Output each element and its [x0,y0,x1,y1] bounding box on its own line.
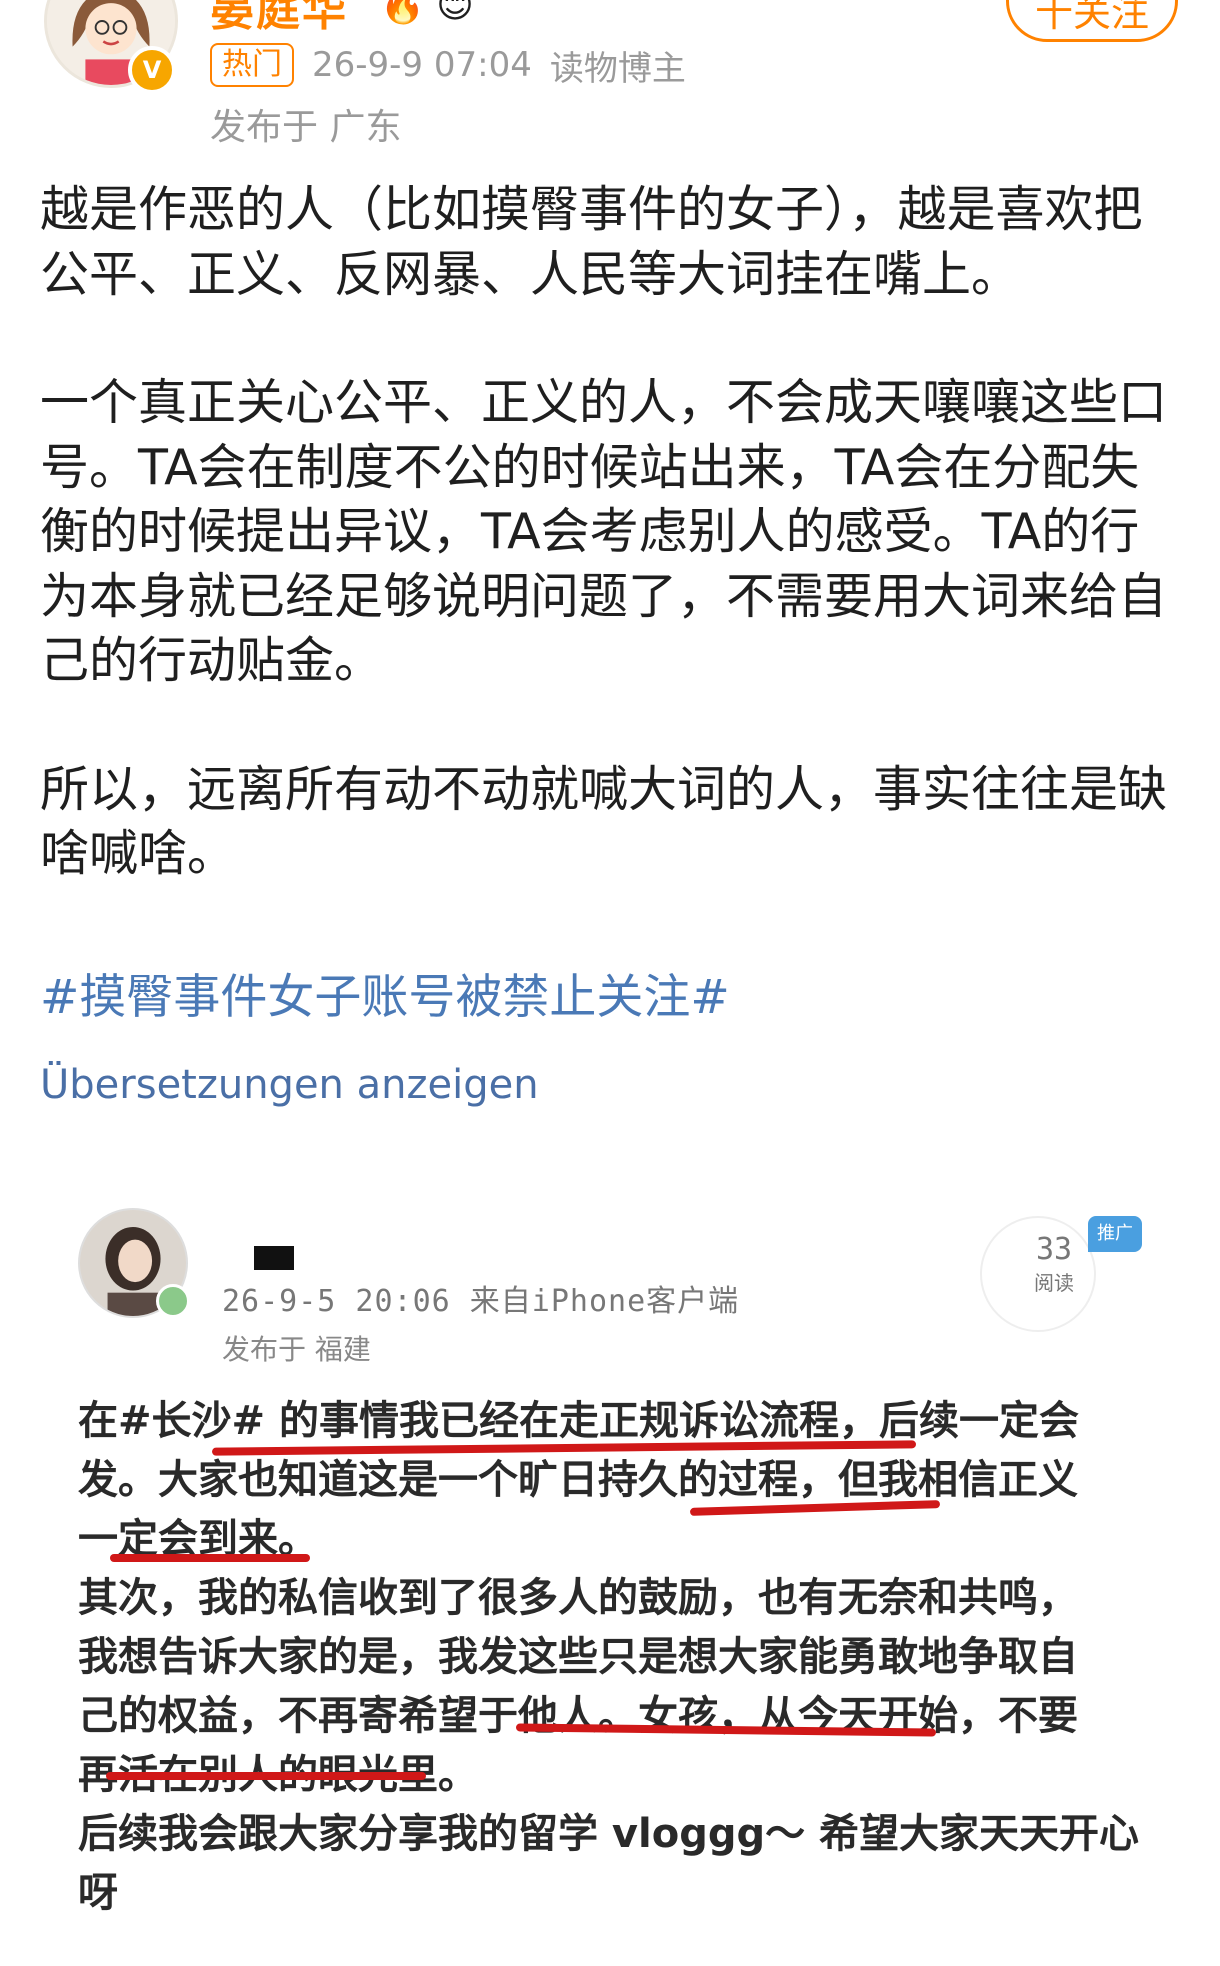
red-underline-mark [110,1554,310,1562]
redacted-username [254,1246,294,1270]
post-location: 发布于 广东 [210,107,402,148]
hashtag-link[interactable]: #摸臀事件女子账号被禁止关注# [40,958,730,1027]
username[interactable]: 晏庭华 [210,0,348,38]
post-paragraph: 所以，远离所有动不动就喊大词的人，事实往往是缺 啥喊啥。 [40,760,1168,883]
post-paragraph: 越是作恶的人（比如摸臀事件的女子），越是喜欢把 公平、正义、反网暴、人民等大词挂… [40,181,1143,303]
user-category: 读物博主 [549,48,686,89]
post-meta: 热门 26-9-9 07:04 读物博主 [210,40,686,90]
post-time: 26-9-9 07:04 [312,45,532,85]
reads-count: 33 [1035,1232,1073,1267]
embedded-time-source: 26-9-5 20:06 来自iPhone客户端 [222,1284,740,1319]
promo-tag: 推广 [1088,1216,1142,1252]
translate-link[interactable]: Übersetzungen anzeigen [40,1062,539,1108]
post-header: V 晏庭华 🔥 😊 十关注 热门 26-9-9 07:04 读物博主 发布于 广… [0,0,1220,160]
embedded-screenshot[interactable]: 26-9-5 20:06 来自iPhone客户端 发布于 福建 推广 33 阅读… [0,1160,1220,1966]
post-paragraph: 一个真正关心公平、正义的人，不会成天嚷嚷这些口 号。TA会在制度不公的时候站出来… [40,374,1168,689]
reads-counter: 33 阅读 [1034,1232,1074,1296]
online-status-icon [156,1284,190,1318]
embedded-text: 在#长沙# 的事情我已经在走正规诉讼流程，后续一定会 发。大家也知道这是一个旷日… [78,1398,1140,1916]
user-badges-icon: 🔥 😊 [380,0,474,26]
follow-button[interactable]: 十关注 [1006,0,1178,42]
reads-label: 阅读 [1034,1271,1074,1295]
red-underline-mark [106,1772,426,1780]
hot-badge: 热门 [210,43,294,87]
post-body: 越是作恶的人（比如摸臀事件的女子），越是喜欢把 公平、正义、反网暴、人民等大词挂… [40,178,1180,887]
verified-badge-icon: V [128,46,176,94]
embedded-location: 发布于 福建 [222,1333,371,1366]
